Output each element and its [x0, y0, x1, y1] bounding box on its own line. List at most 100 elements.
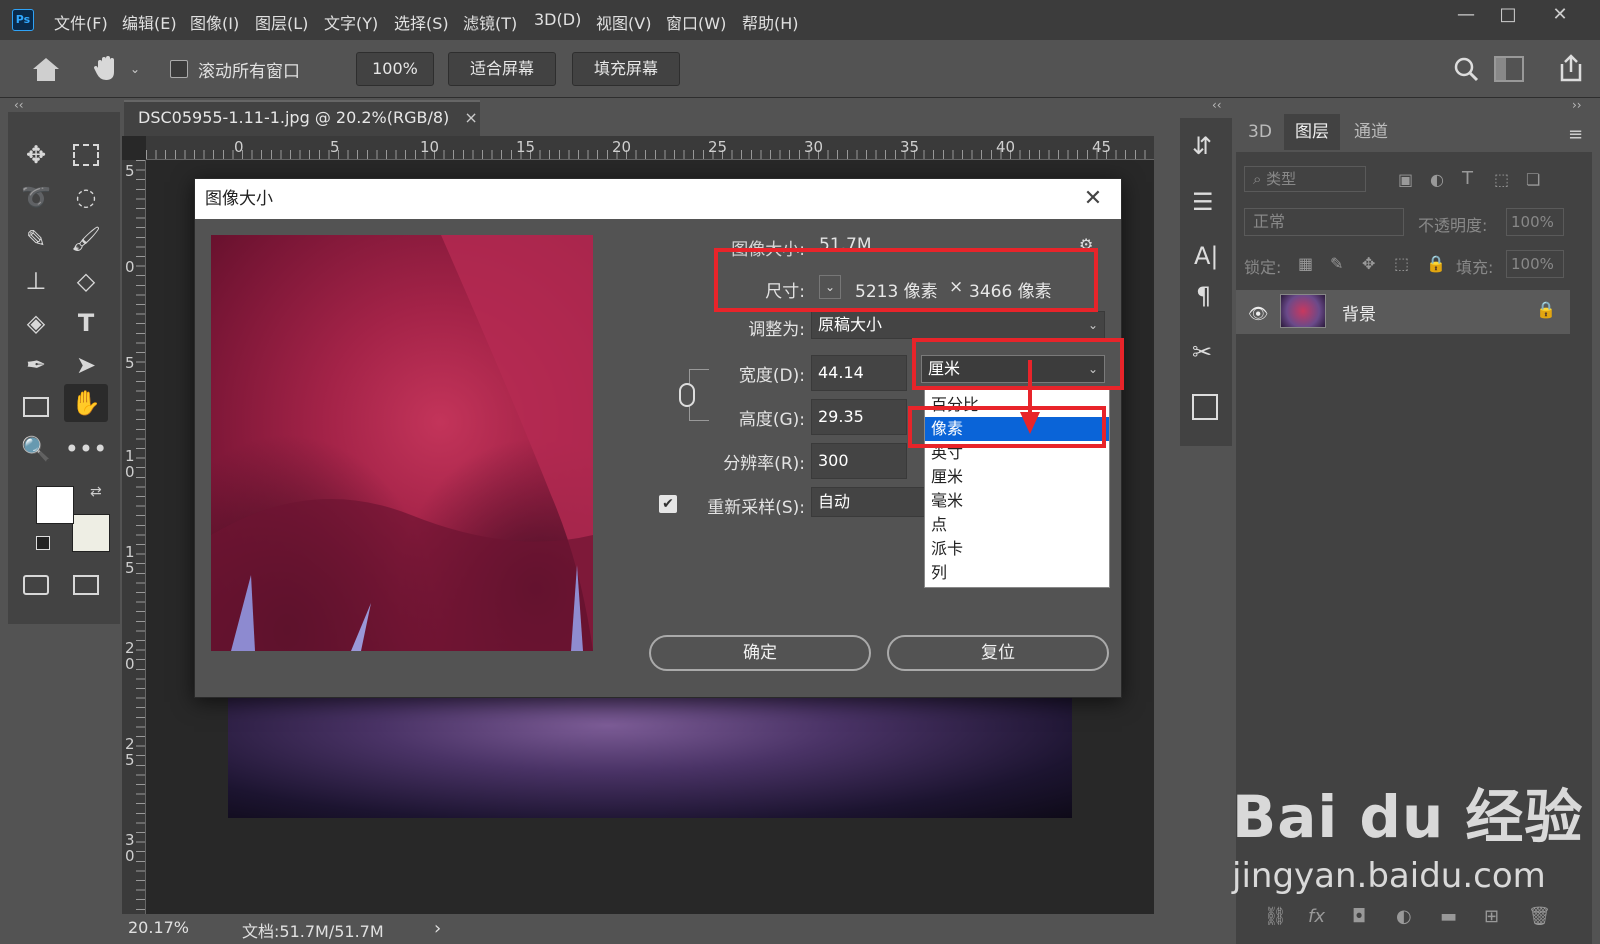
background-color-swatch[interactable] — [72, 514, 110, 552]
constrain-proportions-icon[interactable] — [679, 383, 695, 407]
collapse-toolbar-icon[interactable]: ‹‹ — [14, 98, 24, 112]
chevron-down-icon[interactable]: ⌄ — [130, 62, 144, 76]
filter-pixel-icon[interactable]: ▣ — [1398, 170, 1413, 189]
hand-tool-icon[interactable] — [92, 54, 120, 84]
zoom-level[interactable]: 20.17% — [128, 918, 189, 937]
search-icon[interactable] — [1452, 54, 1480, 84]
fill-screen-button[interactable]: 填充屏幕 — [572, 52, 680, 86]
resample-select[interactable]: 自动 — [811, 487, 931, 517]
lock-transparent-icon[interactable]: ▦ — [1298, 254, 1313, 273]
ok-button[interactable]: 确定 — [649, 635, 871, 671]
resolution-input[interactable]: 300 — [811, 443, 907, 479]
hand-tool-active-icon[interactable]: ✋ — [64, 384, 108, 422]
menu-image[interactable]: 图像(I) — [190, 10, 239, 34]
more-tools-icon[interactable]: ••• — [64, 430, 108, 468]
layer-filter-select[interactable]: ⌕ 类型 — [1244, 166, 1366, 192]
tab-channels[interactable]: 通道 — [1342, 114, 1400, 150]
fill-input[interactable]: 100% — [1506, 250, 1564, 278]
type-tool-icon[interactable]: T — [64, 304, 108, 342]
navigator-icon[interactable] — [1192, 394, 1218, 420]
ruler-h-label: 5 — [330, 138, 340, 156]
eraser-tool-icon[interactable]: ◇ — [64, 262, 108, 300]
screen-mode-icon[interactable] — [64, 566, 108, 604]
home-icon[interactable] — [30, 54, 62, 84]
share-icon[interactable] — [1556, 52, 1586, 84]
character-icon[interactable]: A| — [1194, 242, 1219, 270]
quick-mask-icon[interactable] — [14, 566, 58, 604]
rectangle-tool-icon[interactable] — [14, 388, 58, 426]
menu-3d[interactable]: 3D(D) — [534, 10, 581, 29]
layer-row[interactable]: 👁 背景 🔒 — [1236, 290, 1570, 334]
menu-type[interactable]: 文字(Y) — [324, 10, 378, 34]
filter-shape-icon[interactable]: ⬚ — [1494, 170, 1509, 189]
unit-option-cm[interactable]: 厘米 — [925, 465, 1109, 489]
status-arrow-icon[interactable]: › — [434, 918, 441, 939]
quick-select-tool-icon[interactable]: ◌ — [64, 178, 108, 216]
ruler-h-label: 40 — [996, 138, 1016, 156]
brush-tool-icon[interactable]: 🖌 — [64, 220, 108, 258]
expand-panels-icon[interactable]: ›› — [1572, 98, 1582, 112]
document-tab[interactable]: DSC05955-1.11-1.jpg @ 20.2%(RGB/8) × — [124, 100, 480, 136]
width-input[interactable]: 44.14 — [811, 355, 907, 391]
collapse-icons-icon[interactable]: ‹‹ — [1212, 98, 1222, 112]
stamp-tool-icon[interactable]: ⊥ — [14, 262, 58, 300]
zoom-tool-icon[interactable]: 🔍 — [14, 430, 58, 468]
reset-button[interactable]: 复位 — [887, 635, 1109, 671]
scroll-all-checkbox[interactable] — [170, 60, 188, 78]
default-colors-icon[interactable] — [36, 536, 50, 550]
menu-select[interactable]: 选择(S) — [394, 10, 449, 34]
workspace-icon[interactable] — [1494, 56, 1524, 82]
watermark-url: jingyan.baidu.com — [1232, 856, 1546, 896]
menu-filter[interactable]: 滤镜(T) — [463, 10, 517, 34]
unit-option-mm[interactable]: 毫米 — [925, 489, 1109, 513]
properties-icon[interactable]: ☰ — [1192, 188, 1214, 216]
move-tool-icon[interactable]: ✥ — [14, 136, 58, 174]
zoom-100-button[interactable]: 100% — [356, 52, 434, 86]
layer-name[interactable]: 背景 — [1342, 300, 1376, 325]
filter-type-icon[interactable]: T — [1462, 168, 1473, 189]
swap-colors-icon[interactable]: ⇄ — [90, 484, 102, 500]
menu-window[interactable]: 窗口(W) — [666, 10, 726, 34]
filter-adjust-icon[interactable]: ◐ — [1430, 170, 1444, 189]
blend-mode-select[interactable]: 正常 — [1244, 208, 1404, 236]
menu-help[interactable]: 帮助(H) — [742, 10, 799, 34]
filter-smart-icon[interactable]: ❏ — [1526, 170, 1540, 189]
tab-3d[interactable]: 3D — [1238, 114, 1282, 150]
height-input[interactable]: 29.35 — [811, 399, 907, 435]
dialog-close-icon[interactable]: ✕ — [1079, 185, 1107, 213]
fit-screen-button[interactable]: 适合屏幕 — [448, 52, 556, 86]
opacity-input[interactable]: 100% — [1506, 208, 1564, 236]
maximize-button[interactable]: □ — [1488, 4, 1528, 32]
menu-file[interactable]: 文件(F) — [54, 10, 108, 34]
image-preview[interactable] — [211, 235, 593, 651]
lock-all-icon[interactable]: 🔒 — [1426, 254, 1446, 273]
lasso-tool-icon[interactable]: ➰ — [14, 178, 58, 216]
marquee-tool-icon[interactable] — [64, 136, 108, 174]
minimize-button[interactable]: — — [1446, 4, 1486, 32]
unit-option-columns[interactable]: 列 — [925, 561, 1109, 585]
eye-icon[interactable]: 👁 — [1248, 304, 1268, 323]
lock-position-icon[interactable]: ✥ — [1362, 254, 1375, 273]
close-tab-icon[interactable]: × — [464, 108, 477, 127]
tab-layers[interactable]: 图层 — [1284, 114, 1340, 150]
foreground-color-swatch[interactable] — [36, 486, 74, 524]
panel-menu-icon[interactable]: ≡ — [1568, 124, 1583, 145]
tools-preset-icon[interactable]: ✂ — [1192, 338, 1212, 366]
ruler-v-label: 3 0 — [125, 831, 135, 865]
eyedropper-tool-icon[interactable]: ✎ — [14, 220, 58, 258]
resample-checkbox[interactable]: ✔ — [659, 495, 677, 513]
paragraph-icon[interactable]: ¶ — [1196, 282, 1211, 310]
unit-option-picas[interactable]: 派卡 — [925, 537, 1109, 561]
path-select-tool-icon[interactable]: ➤ — [64, 346, 108, 384]
history-icon[interactable]: ⇵ — [1192, 132, 1212, 160]
paint-bucket-tool-icon[interactable]: ◈ — [14, 304, 58, 342]
fit-to-select[interactable]: 原稿大小 ⌄ — [811, 311, 1105, 339]
unit-option-points[interactable]: 点 — [925, 513, 1109, 537]
pen-tool-icon[interactable]: ✒ — [14, 346, 58, 384]
close-window-button[interactable]: ✕ — [1540, 4, 1580, 32]
lock-artboard-icon[interactable]: ⬚ — [1394, 254, 1409, 273]
menu-edit[interactable]: 编辑(E) — [122, 10, 177, 34]
menu-view[interactable]: 视图(V) — [596, 10, 651, 34]
lock-pixels-icon[interactable]: ✎ — [1330, 254, 1343, 273]
menu-layer[interactable]: 图层(L) — [255, 10, 308, 34]
